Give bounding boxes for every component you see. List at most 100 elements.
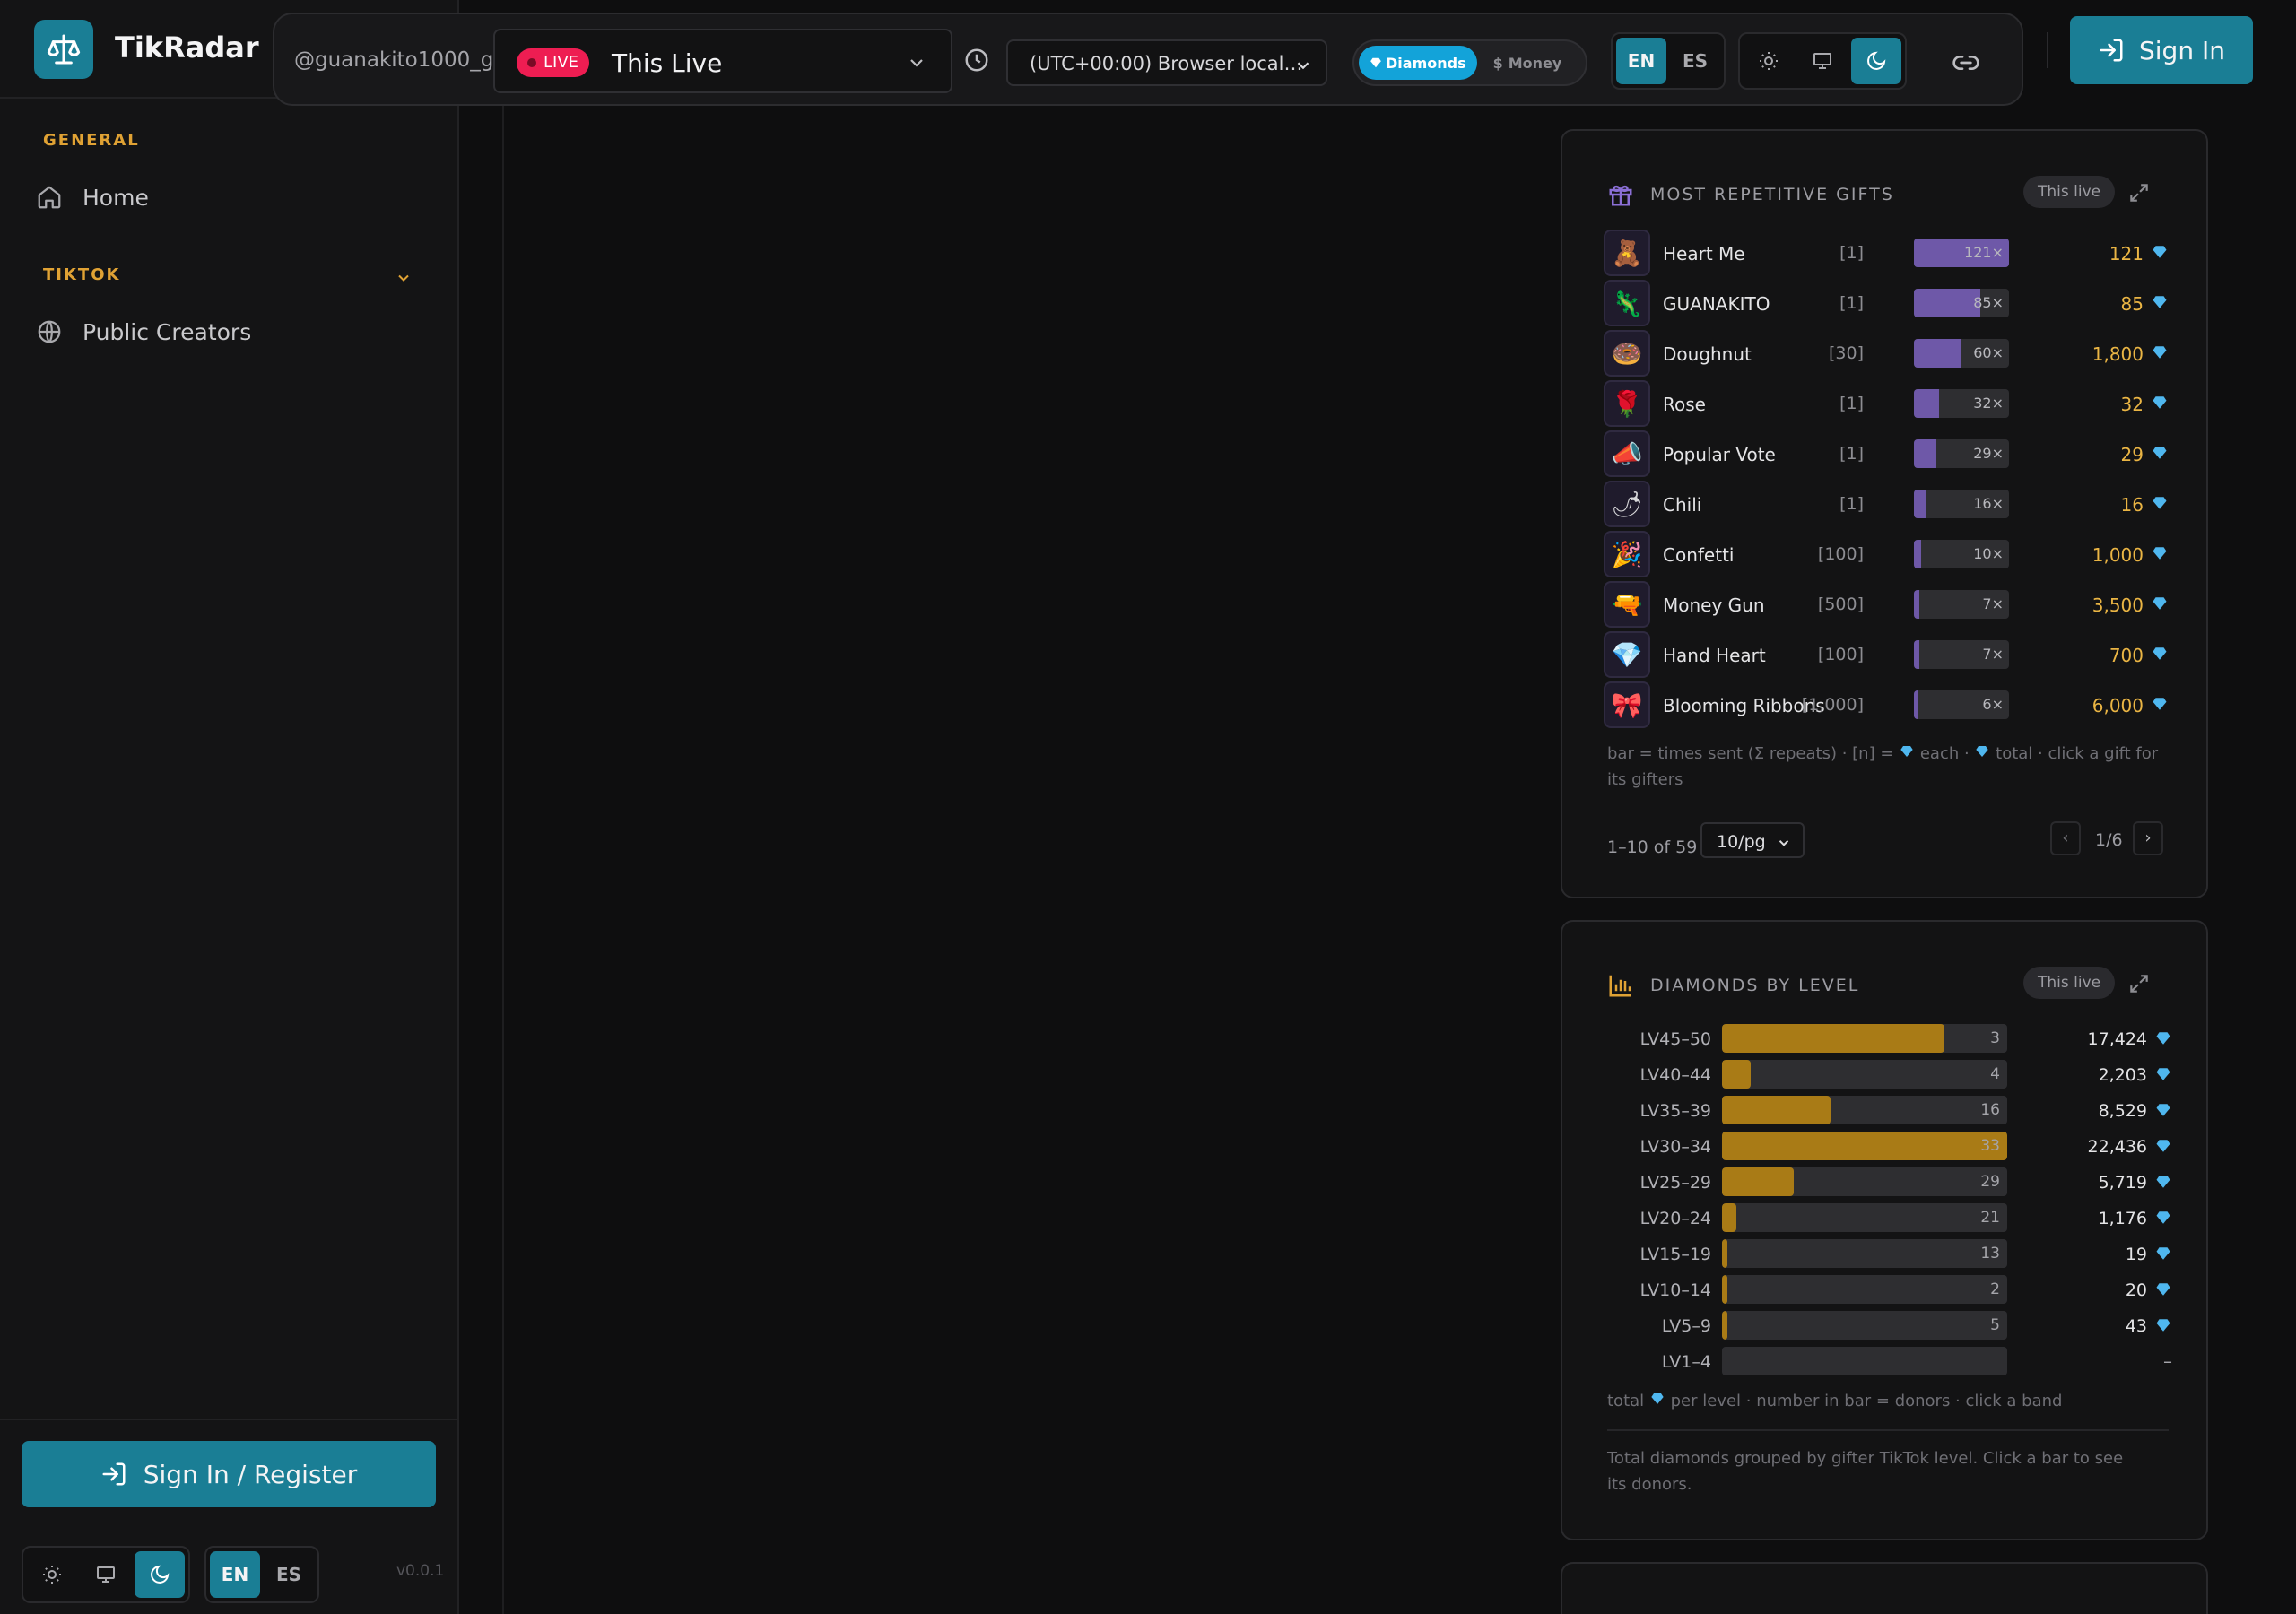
lang-es-button[interactable]: ES (264, 1551, 314, 1598)
level-row[interactable]: LV25–29 29 5,719 (1607, 1167, 2172, 1196)
level-band-label: LV25–29 (1639, 1173, 1711, 1193)
expand-icon[interactable] (2127, 972, 2151, 995)
level-band-label: LV45–50 (1639, 1029, 1711, 1049)
creator-handle[interactable]: @guanakito1000_g (294, 48, 493, 72)
level-bar-fill (1722, 1275, 1728, 1304)
scope-chip[interactable]: This live (2023, 967, 2116, 999)
sign-in-register-label: Sign In / Register (143, 1459, 358, 1489)
level-bar[interactable]: 4 (1722, 1060, 2007, 1089)
level-row[interactable]: LV40–44 4 2,203 (1607, 1060, 2172, 1089)
diamond-icon-wrap (2151, 294, 2169, 314)
top-toolbar: @guanakito1000_g LIVE This Live (UTC+00:… (273, 13, 2023, 106)
lang-es-button[interactable]: ES (1670, 38, 1720, 84)
gift-total-diamonds: 1,000 (2092, 544, 2144, 566)
diamond-icon (1900, 746, 1913, 757)
diamond-icon-wrap (2151, 445, 2169, 464)
level-row[interactable]: LV5–9 5 43 (1607, 1311, 2172, 1340)
level-total-diamonds: 1,176 (2098, 1209, 2147, 1228)
currency-diamonds-button[interactable]: Diamonds (1359, 46, 1477, 80)
level-bar[interactable]: 3 (1722, 1024, 2007, 1053)
theme-system-button[interactable] (81, 1551, 131, 1598)
diamond-icon-wrap (2154, 1245, 2172, 1265)
sidebar-item-public-creators[interactable]: Public Creators (36, 308, 422, 355)
level-row[interactable]: LV1–4 – (1607, 1347, 2172, 1375)
gift-name: Chili (1663, 494, 1702, 516)
theme-light-button[interactable] (27, 1551, 77, 1598)
gift-row[interactable]: 💎 Hand Heart [100] 7× 700 (1604, 631, 2169, 678)
expand-icon[interactable] (2127, 181, 2151, 204)
level-bar-fill (1722, 1311, 1728, 1340)
level-bar[interactable]: 2 (1722, 1275, 2007, 1304)
level-row[interactable]: LV10–14 2 20 (1607, 1275, 2172, 1304)
level-bar-fill (1722, 1096, 1831, 1124)
level-row[interactable]: LV15–19 13 19 (1607, 1239, 2172, 1268)
section-tiktok-label[interactable]: TIKTOK (43, 265, 120, 284)
currency-money-button[interactable]: $ Money (1483, 46, 1573, 80)
level-row[interactable]: LV20–24 21 1,176 (1607, 1203, 2172, 1232)
sign-in-button[interactable]: Sign In (2070, 16, 2253, 84)
globe-icon (38, 320, 61, 343)
gift-row[interactable]: 🎀 Blooming Ribbons [1,000] 6× 6,000 (1604, 681, 2169, 728)
theme-system-button[interactable] (1797, 38, 1848, 84)
scale-logo-icon[interactable] (34, 20, 93, 79)
diamond-icon-wrap (2151, 696, 2169, 716)
gift-row[interactable]: 🍩 Doughnut [30] 60× 1,800 (1604, 330, 2169, 377)
gift-times-label: 16× (1973, 495, 2004, 512)
gift-times-label: 60× (1973, 344, 2004, 361)
gift-total-diamonds: 3,500 (2092, 594, 2144, 616)
gift-times-bar-fill (1914, 490, 1926, 518)
gift-icon (1609, 185, 1632, 206)
timezone-select[interactable]: (UTC+00:00) Browser local… (1006, 39, 1327, 86)
prev-page-button[interactable]: ‹ (2050, 821, 2081, 855)
gift-times-bar-fill (1914, 540, 1922, 568)
diamond-icon (2156, 1032, 2170, 1045)
level-total-diamonds: – (2163, 1350, 2172, 1372)
level-band-label: LV30–34 (1639, 1137, 1711, 1157)
sign-in-register-button[interactable]: Sign In / Register (22, 1441, 436, 1507)
lang-en-button[interactable]: EN (1616, 38, 1666, 84)
level-bar[interactable]: 29 (1722, 1167, 2007, 1196)
sidebar-item-home[interactable]: Home (36, 174, 422, 221)
gift-row[interactable]: 🌶 Chili [1] 16× 16 (1604, 481, 2169, 527)
theme-dark-button[interactable] (135, 1551, 185, 1598)
diamond-icon (2156, 1247, 2170, 1260)
next-page-button[interactable]: › (2133, 821, 2163, 855)
gift-row[interactable]: 🦎 GUANAKITO [1] 85× 85 (1604, 280, 2169, 326)
gift-row[interactable]: 🔫 Money Gun [500] 7× 3,500 (1604, 581, 2169, 628)
gift-row[interactable]: 🌹 Rose [1] 32× 32 (1604, 380, 2169, 427)
level-band-label: LV40–44 (1639, 1065, 1711, 1085)
gift-row[interactable]: 🎉 Confetti [100] 10× 1,000 (1604, 531, 2169, 577)
gift-row[interactable]: 📣 Popular Vote [1] 29× 29 (1604, 430, 2169, 477)
lang-en-button[interactable]: EN (210, 1551, 260, 1598)
level-bar[interactable]: 21 (1722, 1203, 2007, 1232)
level-bar[interactable]: 33 (1722, 1132, 2007, 1160)
theme-light-button[interactable] (1744, 38, 1794, 84)
gift-image: 🌹 (1604, 380, 1650, 427)
gift-times-bar: 29× (1914, 439, 2009, 468)
note-text: total (1607, 1392, 1649, 1410)
live-session-select[interactable]: LIVE This Live (493, 29, 952, 93)
brand-name[interactable]: TikRadar (115, 30, 259, 65)
link-icon[interactable] (1952, 48, 1980, 77)
per-page-select[interactable]: 10/pg (1700, 822, 1805, 858)
level-row[interactable]: LV30–34 33 22,436 (1607, 1132, 2172, 1160)
gift-total-diamonds: 85 (2120, 293, 2144, 315)
level-bar[interactable]: 13 (1722, 1239, 2007, 1268)
level-row[interactable]: LV35–39 16 8,529 (1607, 1096, 2172, 1124)
level-donor-count: 13 (1980, 1245, 2000, 1263)
page-indicator: 1/6 (2095, 830, 2123, 850)
level-bar[interactable]: 16 (1722, 1096, 2007, 1124)
gift-row[interactable]: 🧸 Heart Me [1] 121× 121 (1604, 230, 2169, 276)
version-label: v0.0.1 (396, 1562, 445, 1580)
gift-times-label: 85× (1973, 294, 2004, 311)
theme-dark-button[interactable] (1851, 38, 1901, 84)
gift-times-bar-fill (1914, 439, 1937, 468)
level-total-diamonds: 5,719 (2098, 1173, 2147, 1193)
level-total-diamonds: 43 (2125, 1316, 2147, 1336)
scope-chip[interactable]: This live (2023, 176, 2116, 208)
level-bar[interactable]: 5 (1722, 1311, 2007, 1340)
level-row[interactable]: LV45–50 3 17,424 (1607, 1024, 2172, 1053)
level-bar[interactable] (1722, 1347, 2007, 1375)
sun-icon (43, 1566, 61, 1584)
chevron-down-icon[interactable] (395, 269, 413, 287)
